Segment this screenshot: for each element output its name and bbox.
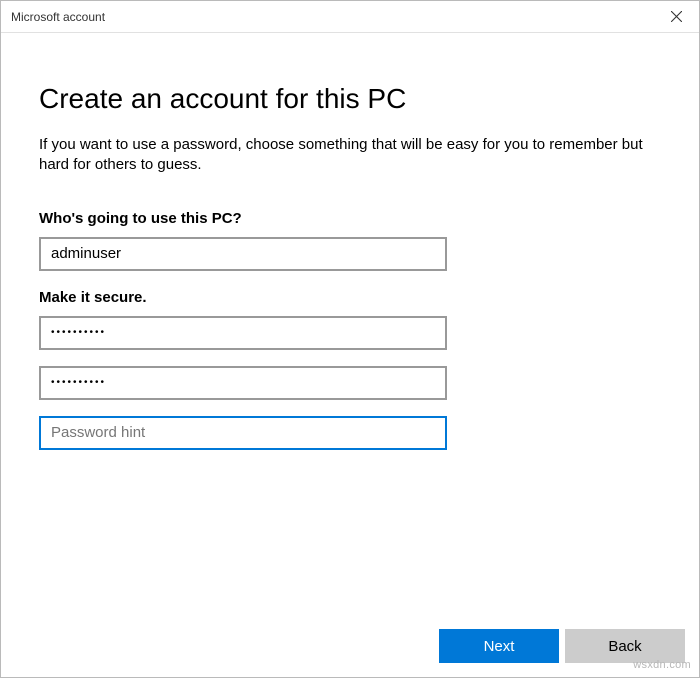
window-title: Microsoft account (11, 10, 105, 24)
password-hint-input[interactable] (39, 416, 447, 450)
back-button[interactable]: Back (565, 629, 685, 663)
username-section-label: Who's going to use this PC? (39, 210, 661, 227)
close-button[interactable] (653, 1, 699, 33)
close-icon (671, 11, 682, 22)
titlebar: Microsoft account (1, 1, 699, 33)
next-button[interactable]: Next (439, 629, 559, 663)
confirm-password-input[interactable] (39, 366, 447, 400)
secure-section-label: Make it secure. (39, 289, 661, 306)
page-subtext: If you want to use a password, choose so… (39, 135, 661, 176)
username-input[interactable] (39, 237, 447, 271)
content-area: Create an account for this PC If you wan… (1, 33, 699, 450)
footer-buttons: Next Back (439, 629, 685, 663)
password-input[interactable] (39, 316, 447, 350)
dialog-window: Microsoft account Create an account for … (0, 0, 700, 678)
page-heading: Create an account for this PC (39, 83, 661, 115)
